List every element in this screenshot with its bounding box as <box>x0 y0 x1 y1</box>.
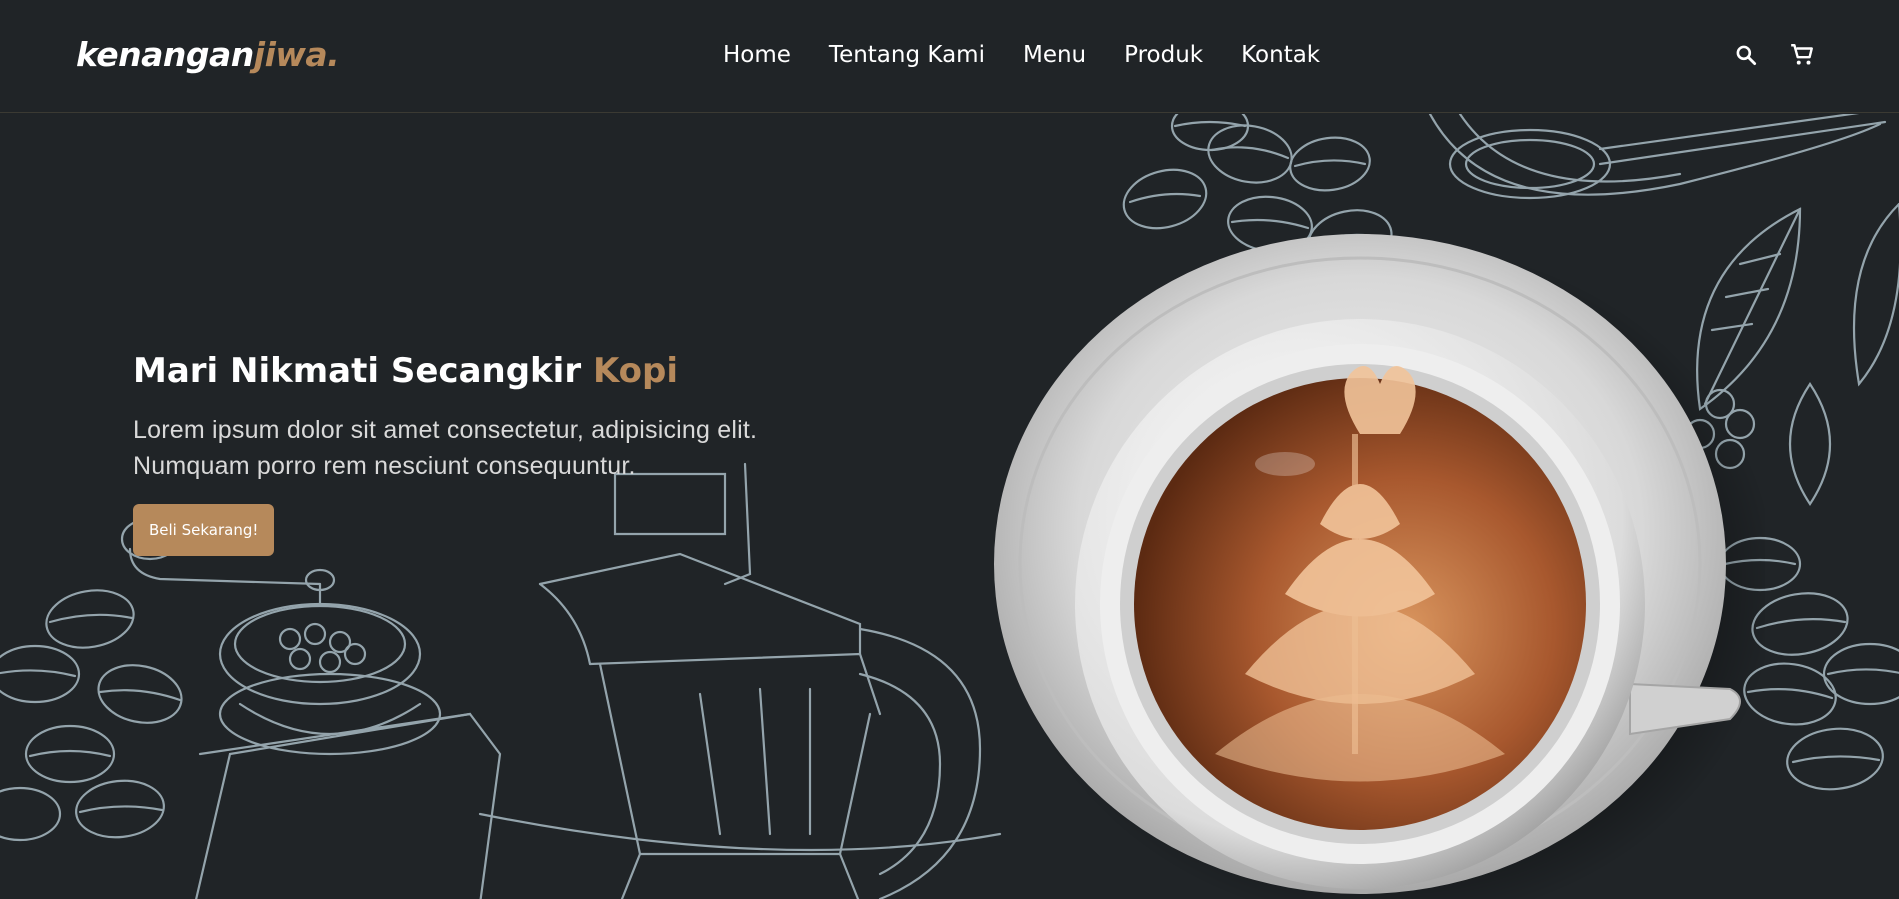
main-nav: Home Tentang Kami Menu Produk Kontak <box>723 40 1320 70</box>
hero-description: Lorem ipsum dolor sit amet consectetur, … <box>133 416 758 480</box>
nav-link-kontak[interactable]: Kontak <box>1241 40 1320 70</box>
coffee-beans-left-illustration <box>0 589 183 842</box>
hero-title-accent: Kopi <box>592 351 679 391</box>
search-icon <box>1736 45 1757 66</box>
coffee-cup-image <box>994 234 1765 899</box>
brand-name: kenangan <box>76 35 254 74</box>
cart-button[interactable] <box>1789 42 1815 68</box>
navbar: kenanganjiwa. Home Tentang Kami Menu Pro… <box>0 0 1899 113</box>
shopping-cart-icon <box>1791 44 1813 65</box>
nav-link-home[interactable]: Home <box>723 40 791 70</box>
buy-now-button[interactable]: Beli Sekarang! <box>133 504 275 556</box>
nav-icons <box>1733 42 1815 68</box>
brand-logo[interactable]: kenanganjiwa. <box>76 35 340 74</box>
hero-title: Mari Nikmati Secangkir Kopi <box>133 350 853 392</box>
hero-section: Mari Nikmati Secangkir Kopi Lorem ipsum … <box>0 114 1899 899</box>
nav-link-produk[interactable]: Produk <box>1124 40 1203 70</box>
nav-link-menu[interactable]: Menu <box>1023 40 1086 70</box>
nav-link-tentang-kami[interactable]: Tentang Kami <box>829 40 985 70</box>
search-button[interactable] <box>1733 42 1759 68</box>
brand-accent: jiwa. <box>253 35 340 74</box>
hero-content: Mari Nikmati Secangkir Kopi Lorem ipsum … <box>133 350 853 556</box>
hero-title-main: Mari Nikmati Secangkir <box>133 351 593 391</box>
spoon-illustration <box>1428 114 1887 200</box>
